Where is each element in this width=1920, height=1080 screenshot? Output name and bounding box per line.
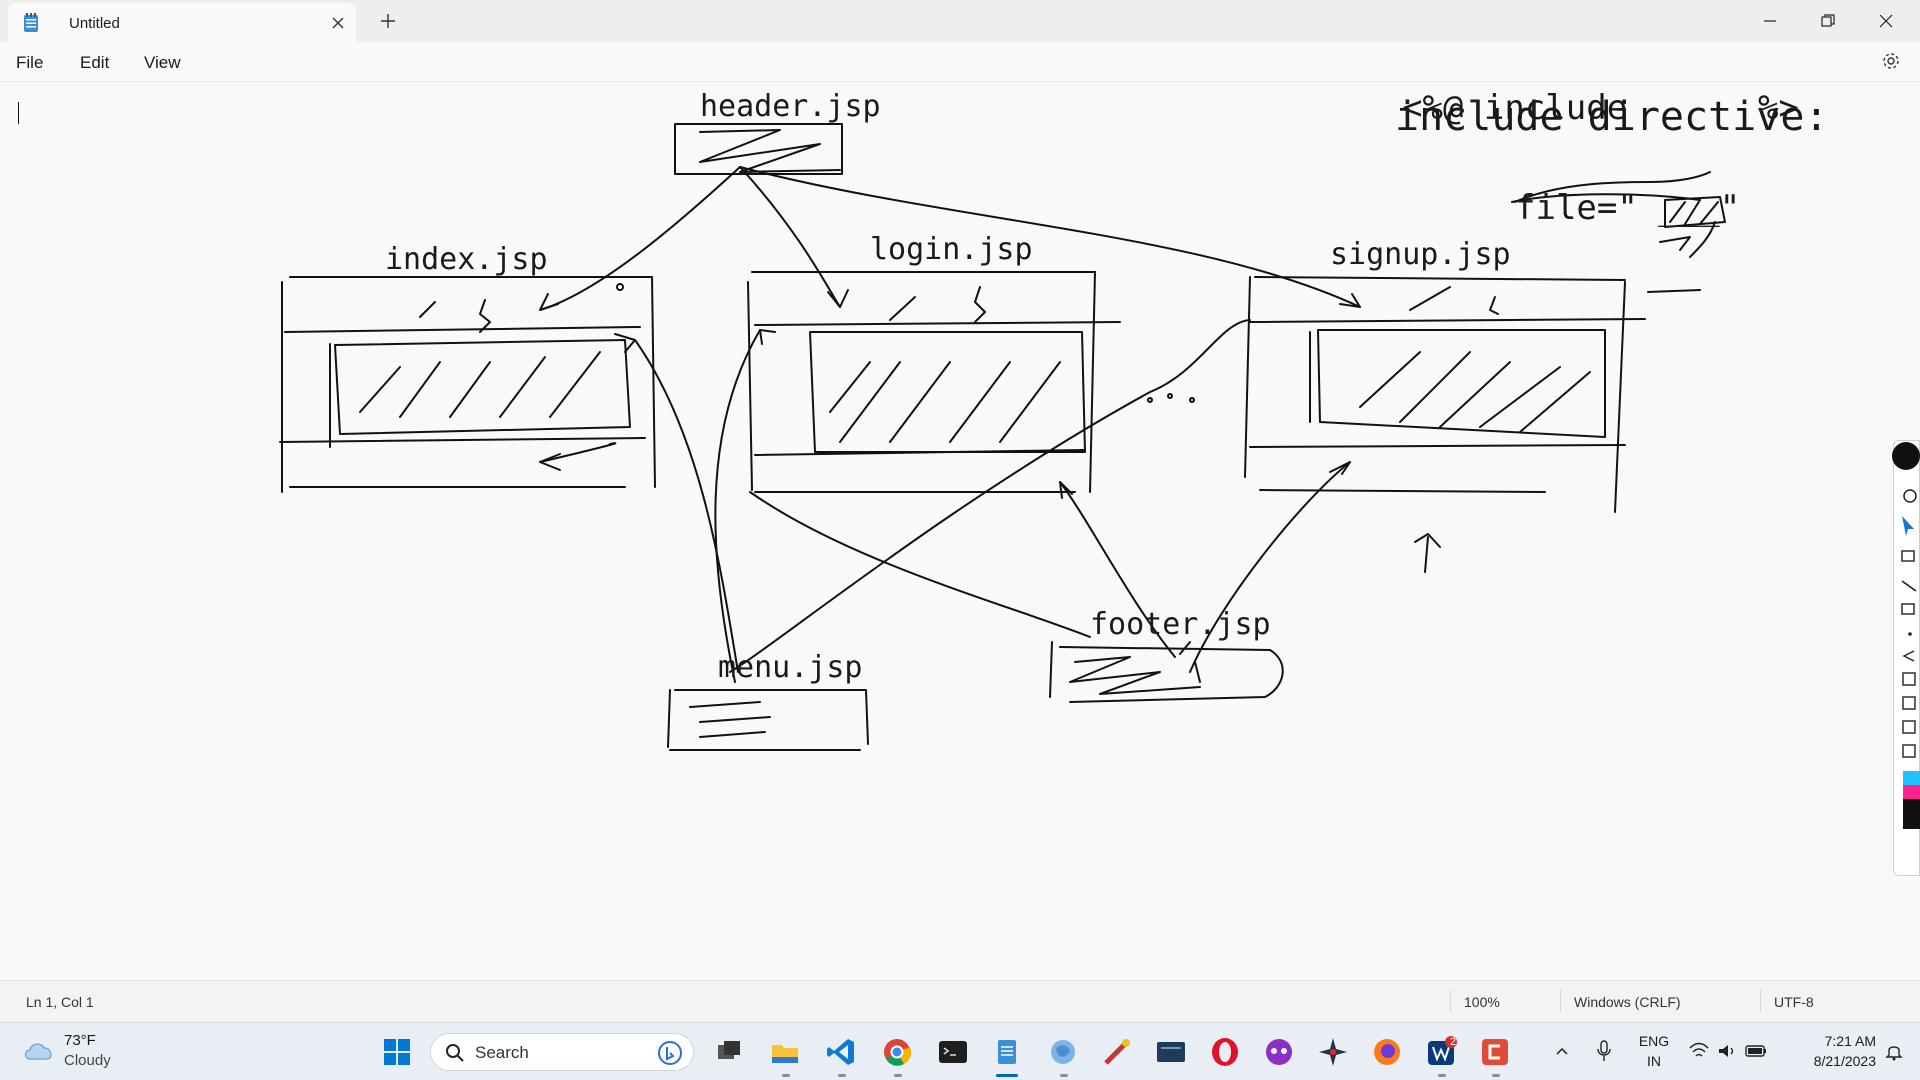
- ink-menu-icon[interactable]: [1892, 442, 1920, 470]
- app-icon[interactable]: [1046, 1035, 1080, 1069]
- label-include-syntax: <%@ include: [1402, 88, 1628, 128]
- taskbar: 73°F Cloudy Search 2 ENG IN 7:21 AM 8/21…: [0, 1022, 1920, 1080]
- zoom-level[interactable]: 100%: [1464, 994, 1500, 1010]
- status-bar: Ln 1, Col 1 100% Windows (CRLF) UTF-8: [0, 980, 1920, 1022]
- notification-badge: 2: [1449, 1036, 1457, 1048]
- running-indicator: [894, 1074, 902, 1077]
- search-icon: [446, 1044, 464, 1062]
- active-indicator: [996, 1074, 1018, 1077]
- tab-untitled[interactable]: Untitled: [8, 3, 356, 42]
- label-include-syntax-end: %>: [1758, 88, 1799, 128]
- cloud-icon[interactable]: [22, 1037, 56, 1063]
- menu-edit[interactable]: Edit: [76, 51, 113, 75]
- minimize-icon: [1764, 20, 1776, 22]
- firefox-icon[interactable]: [1370, 1035, 1404, 1069]
- microphone-icon[interactable]: [1596, 1039, 1612, 1063]
- close-icon[interactable]: [328, 13, 348, 33]
- encoding[interactable]: UTF-8: [1774, 994, 1814, 1010]
- chevron-up-icon[interactable]: [1554, 1043, 1570, 1059]
- minimize-button[interactable]: [1742, 0, 1798, 42]
- running-indicator: [1438, 1074, 1446, 1077]
- label-menu-jsp: menu.jsp: [718, 650, 863, 685]
- ink-toolbar[interactable]: [1893, 440, 1920, 876]
- app-icon[interactable]: [1316, 1035, 1350, 1069]
- notepad-icon[interactable]: [990, 1035, 1024, 1069]
- weather-cond[interactable]: Cloudy: [64, 1052, 111, 1069]
- app-icon[interactable]: [1262, 1035, 1296, 1069]
- label-index-jsp: index.jsp: [385, 242, 548, 277]
- status-divider: [1760, 990, 1761, 1012]
- language-bottom[interactable]: IN: [1636, 1053, 1672, 1069]
- menu-file[interactable]: File: [12, 51, 47, 75]
- terminal-icon[interactable]: [936, 1035, 970, 1069]
- running-indicator: [1492, 1074, 1500, 1077]
- restore-icon: [1821, 14, 1835, 27]
- line-ending[interactable]: Windows (CRLF): [1574, 994, 1681, 1010]
- weather-temp[interactable]: 73°F: [64, 1032, 96, 1049]
- label-file-attr: file=" ___": [1515, 188, 1741, 228]
- battery-icon[interactable]: [1744, 1043, 1768, 1059]
- label-signup-jsp: signup.jsp: [1330, 237, 1511, 272]
- app-icon[interactable]: [1100, 1035, 1134, 1069]
- app-icon[interactable]: [1154, 1035, 1188, 1069]
- file-explorer-icon[interactable]: [768, 1035, 802, 1069]
- restore-button[interactable]: [1800, 0, 1856, 42]
- title-bar: Untitled: [0, 0, 1920, 42]
- close-icon: [1879, 14, 1893, 28]
- running-indicator: [1060, 1074, 1068, 1077]
- tab-title: Untitled: [69, 15, 120, 32]
- clock-time[interactable]: 7:21 AM: [1780, 1033, 1876, 1049]
- clock-date[interactable]: 8/21/2023: [1780, 1053, 1876, 1069]
- plus-icon[interactable]: [378, 11, 398, 31]
- search-placeholder: Search: [475, 1043, 529, 1062]
- running-indicator: [782, 1074, 790, 1077]
- status-divider: [1450, 990, 1451, 1012]
- label-login-jsp: login.jsp: [870, 232, 1033, 267]
- close-window-button[interactable]: [1858, 0, 1914, 42]
- label-header-jsp: header.jsp: [700, 89, 881, 124]
- gear-icon[interactable]: [1880, 50, 1902, 72]
- language-top[interactable]: ENG: [1636, 1033, 1672, 1049]
- running-indicator: [838, 1074, 846, 1077]
- volume-icon[interactable]: [1716, 1041, 1738, 1061]
- opera-icon[interactable]: [1208, 1035, 1242, 1069]
- vscode-icon[interactable]: [824, 1035, 858, 1069]
- task-view-icon[interactable]: [712, 1035, 746, 1069]
- menu-bar: File Edit View: [0, 42, 1920, 82]
- start-icon[interactable]: [380, 1035, 414, 1069]
- bing-icon[interactable]: [657, 1040, 683, 1066]
- menu-view[interactable]: View: [140, 51, 185, 75]
- ink-tools-icon: [1901, 489, 1920, 829]
- wifi-icon[interactable]: [1688, 1041, 1710, 1061]
- app-icon[interactable]: [1478, 1035, 1512, 1069]
- label-footer-jsp: footer.jsp: [1090, 607, 1271, 642]
- notification-bell-icon[interactable]: [1884, 1041, 1904, 1061]
- cursor-position: Ln 1, Col 1: [26, 994, 94, 1010]
- editor-area[interactable]: header.jsp index.jsp login.jsp signup.js…: [0, 82, 1920, 980]
- status-divider: [1560, 990, 1561, 1012]
- chrome-icon[interactable]: [880, 1035, 914, 1069]
- search-box[interactable]: Search: [430, 1033, 694, 1071]
- notepad-icon: [24, 13, 38, 32]
